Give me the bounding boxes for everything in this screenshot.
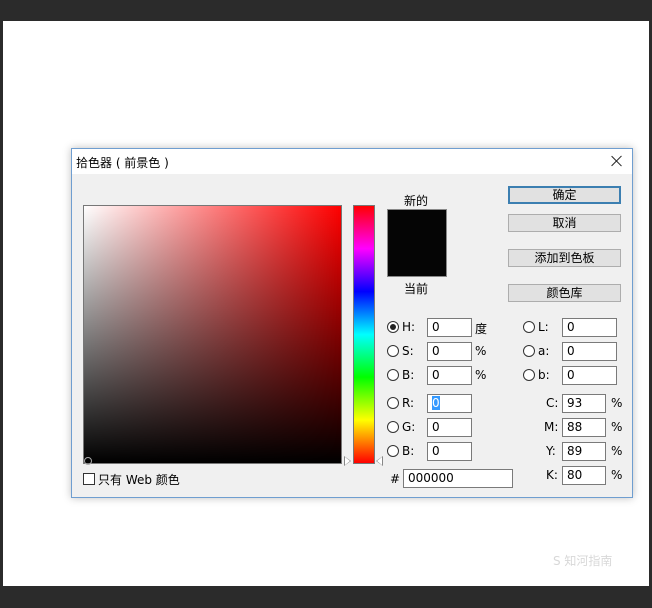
lab-b-radio[interactable] xyxy=(523,369,535,381)
hue-slider[interactable] xyxy=(353,205,375,464)
lab-a-label: a: xyxy=(538,344,550,358)
lab-l-radio[interactable] xyxy=(523,321,535,333)
brightness-unit: % xyxy=(475,368,487,382)
color-picker-dialog: 拾色器 ( 前景色 ) 只有 Web 颜色 新的 当前 确定 取消 添加到色板 … xyxy=(71,148,633,498)
hue-slider-left-arrow-icon[interactable] xyxy=(344,456,351,466)
web-only-label: 只有 Web 颜色 xyxy=(98,473,180,487)
magenta-unit: % xyxy=(611,420,623,434)
brightness-radio[interactable] xyxy=(387,369,399,381)
saturation-unit: % xyxy=(475,344,487,358)
color-field[interactable] xyxy=(83,205,342,465)
hue-label: H: xyxy=(402,320,416,334)
hue-input[interactable]: 0 xyxy=(427,318,472,337)
current-color-label: 当前 xyxy=(404,282,429,296)
lab-b-label: b: xyxy=(538,368,550,382)
black-input[interactable]: 80 xyxy=(562,466,606,485)
close-icon[interactable] xyxy=(608,152,626,170)
magenta-input[interactable]: 88 xyxy=(562,418,606,437)
brightness-input[interactable]: 0 xyxy=(427,366,472,385)
lab-l-label: L: xyxy=(538,320,549,334)
hue-unit: 度 xyxy=(475,322,488,336)
green-radio[interactable] xyxy=(387,421,399,433)
red-input[interactable]: 0 xyxy=(427,394,472,413)
hex-label: # xyxy=(390,472,401,486)
hue-radio[interactable] xyxy=(387,321,399,333)
current-color-swatch[interactable] xyxy=(387,242,447,277)
saturation-input[interactable]: 0 xyxy=(427,342,472,361)
lab-b-input[interactable]: 0 xyxy=(562,366,617,385)
red-input-value: 0 xyxy=(432,396,440,410)
new-color-swatch xyxy=(387,209,447,242)
dialog-title: 拾色器 ( 前景色 ) xyxy=(76,156,169,170)
yellow-input[interactable]: 89 xyxy=(562,442,606,461)
web-only-checkbox[interactable] xyxy=(83,473,95,485)
cyan-label: C: xyxy=(546,396,559,410)
cyan-input[interactable]: 93 xyxy=(562,394,606,413)
yellow-unit: % xyxy=(611,444,623,458)
color-libraries-button[interactable]: 颜色库 xyxy=(508,284,621,302)
brightness-label: B: xyxy=(402,368,415,382)
lab-a-radio[interactable] xyxy=(523,345,535,357)
blue-label: B: xyxy=(402,444,415,458)
watermark: S 知河指南 xyxy=(553,554,613,568)
yellow-label: Y: xyxy=(546,444,556,458)
new-color-label: 新的 xyxy=(404,194,429,208)
lab-l-input[interactable]: 0 xyxy=(562,318,617,337)
hue-slider-right-arrow-icon[interactable] xyxy=(376,456,383,466)
dialog-titlebar: 拾色器 ( 前景色 ) xyxy=(72,149,632,174)
add-to-swatches-button[interactable]: 添加到色板 xyxy=(508,249,621,267)
blue-radio[interactable] xyxy=(387,445,399,457)
green-label: G: xyxy=(402,420,416,434)
lab-a-input[interactable]: 0 xyxy=(562,342,617,361)
black-label: K: xyxy=(546,468,558,482)
color-field-marker[interactable] xyxy=(84,457,92,465)
red-radio[interactable] xyxy=(387,397,399,409)
blue-input[interactable]: 0 xyxy=(427,442,472,461)
cyan-unit: % xyxy=(611,396,623,410)
black-unit: % xyxy=(611,468,623,482)
green-input[interactable]: 0 xyxy=(427,418,472,437)
cancel-button[interactable]: 取消 xyxy=(508,214,621,232)
red-label: R: xyxy=(402,396,415,410)
ok-button[interactable]: 确定 xyxy=(508,186,621,204)
saturation-label: S: xyxy=(402,344,414,358)
saturation-radio[interactable] xyxy=(387,345,399,357)
hex-input[interactable]: 000000 xyxy=(403,469,513,488)
magenta-label: M: xyxy=(544,420,559,434)
